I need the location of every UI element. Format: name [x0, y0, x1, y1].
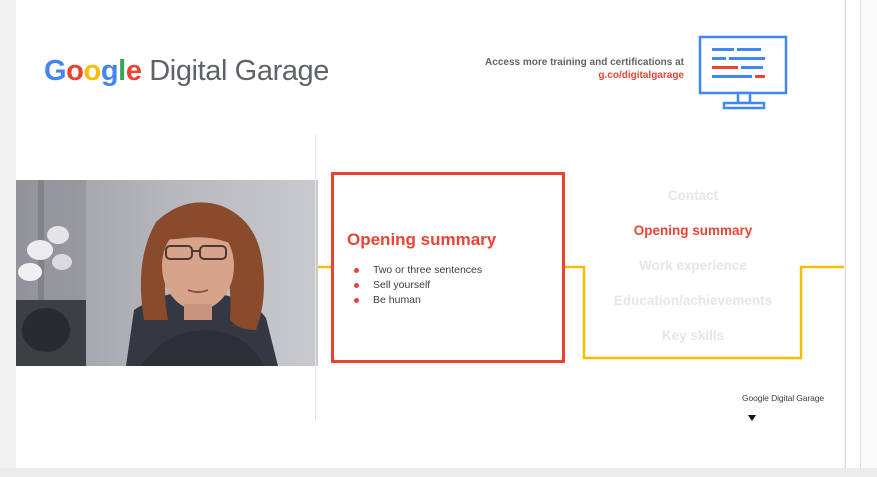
mouse-cursor-icon [748, 415, 756, 421]
section-item-opening-summary: Opening summary [633, 223, 753, 238]
logo-letter: l [118, 55, 126, 87]
logo-letter: e [125, 55, 142, 87]
training-promo: Access more training and certifications … [485, 56, 684, 82]
vertical-divider [315, 134, 316, 420]
section-item-education-achievements: Education/achievements [613, 293, 773, 308]
section-item-key-skills: Key skills [661, 328, 725, 343]
bullet-item: Sell yourself [346, 278, 482, 293]
logo-letter: g [100, 55, 119, 87]
resume-sections-list: Contact Opening summary Work experience … [603, 186, 783, 361]
presentation-slide: Google Digital Garage Access more traini… [16, 0, 844, 468]
monitor-icon [698, 35, 788, 110]
bullet-item: Two or three sentences [346, 263, 482, 278]
logo-letter: o [66, 55, 84, 87]
google-digital-garage-logo: Google Digital Garage [44, 55, 329, 88]
bullet-dot-icon [354, 283, 359, 288]
side-panel-divider [845, 0, 846, 468]
bottom-bar [0, 468, 877, 477]
promo-link[interactable]: g.co/digitalgarage [485, 69, 684, 82]
bullet-dot-icon [354, 298, 359, 303]
card-bullet-list: Two or three sentences Sell yourself Be … [346, 263, 482, 308]
bullet-item: Be human [346, 293, 482, 308]
card-title: Opening summary [347, 230, 497, 249]
bullet-dot-icon [354, 268, 359, 273]
bullet-text: Two or three sentences [373, 264, 483, 276]
bullet-text: Sell yourself [373, 279, 431, 291]
google-wordmark: Google [44, 55, 149, 87]
side-panel-edge [860, 0, 877, 468]
bullet-text: Be human [373, 294, 421, 306]
presenter-video-image [16, 180, 318, 366]
opening-summary-card: Opening summary Two or three sentences S… [331, 172, 565, 363]
section-item-contact: Contact [667, 188, 719, 203]
logo-letter: G [44, 55, 67, 87]
promo-text: Access more training and certifications … [485, 57, 684, 68]
logo-letter: o [83, 55, 102, 87]
footer-logo: Google Digital Garage [742, 393, 825, 403]
section-item-work-experience: Work experience [639, 258, 747, 273]
logo-product-name: Digital Garage [149, 55, 330, 87]
webcam-video-feed [16, 180, 318, 366]
